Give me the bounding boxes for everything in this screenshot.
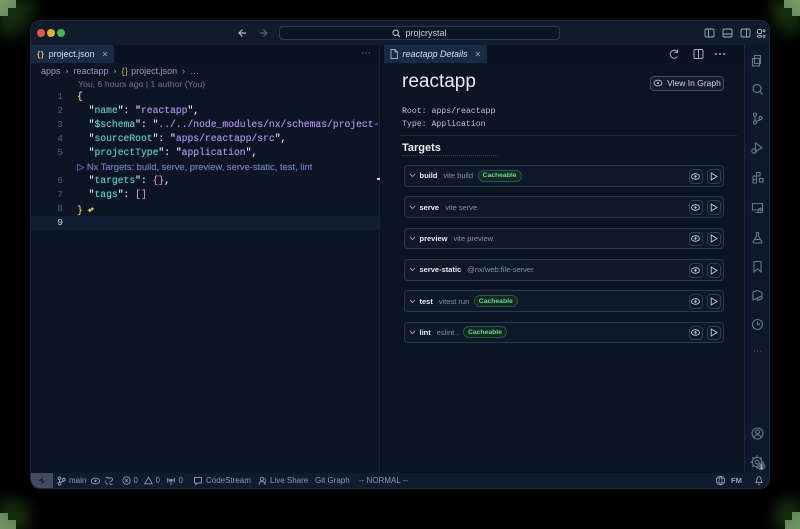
svg-text:1: 1 [759,463,763,470]
